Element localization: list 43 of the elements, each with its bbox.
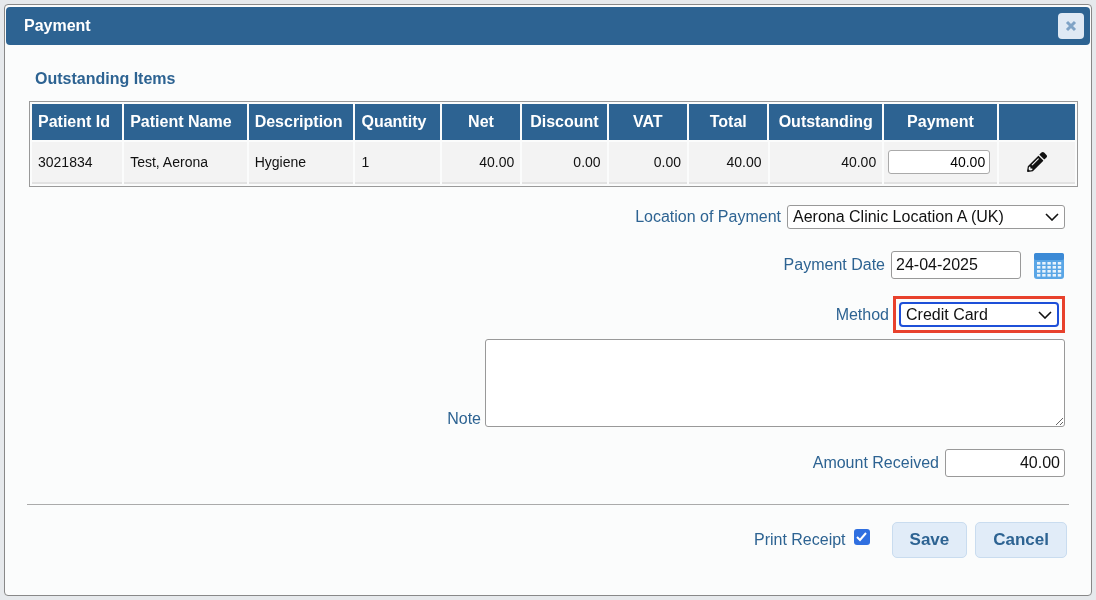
chevron-down-icon — [1045, 213, 1059, 221]
dialog-button[interactable]: Cancel — [975, 522, 1067, 558]
location-select[interactable]: Aerona Clinic Location A (UK) — [787, 205, 1065, 229]
print-receipt-checkbox[interactable] — [853, 529, 870, 545]
location-label: Location of Payment — [635, 207, 781, 227]
column-header: Description — [248, 104, 354, 140]
column-header: Payment — [884, 104, 997, 140]
close-button[interactable] — [1058, 13, 1084, 39]
table-cell: 40.00 — [689, 142, 768, 184]
dialog-title: Payment — [24, 16, 91, 36]
column-header: VAT — [608, 104, 687, 140]
table-cell: Test, Aerona — [124, 142, 247, 184]
column-header: Net — [441, 104, 521, 140]
calendar-icon[interactable] — [1033, 250, 1065, 280]
dialog-button[interactable]: Save — [891, 522, 968, 558]
table-cell: 40.00 — [769, 142, 883, 184]
column-header: Quantity — [355, 104, 440, 140]
column-header: Patient Id — [32, 104, 123, 140]
pencil-icon[interactable] — [1026, 152, 1047, 172]
column-header: Patient Name — [124, 104, 247, 140]
column-header: Outstanding — [769, 104, 883, 140]
table-cell: Hygiene — [248, 142, 354, 184]
payment-date-label: Payment Date — [783, 255, 885, 275]
column-header: Total — [689, 104, 768, 140]
amount-received-label: Amount Received — [812, 453, 939, 473]
method-label: Method — [835, 304, 889, 325]
checkmark-icon — [856, 532, 868, 542]
note-label: Note — [447, 409, 481, 429]
table-cell: 0.00 — [522, 142, 607, 184]
chevron-down-icon — [1038, 310, 1052, 319]
table-cell: 0.00 — [608, 142, 688, 184]
table-cell: 40.00 — [441, 142, 521, 184]
payment-input[interactable]: 40.00 — [888, 150, 991, 174]
close-icon — [1065, 20, 1077, 32]
note-textarea[interactable] — [485, 339, 1065, 427]
section-title: Outstanding Items — [35, 69, 177, 89]
print-receipt-label: Print Receipt — [753, 530, 846, 550]
table-cell: 1 — [355, 142, 440, 184]
payment-date-input[interactable]: 24-04-2025 — [891, 251, 1021, 279]
column-header: Discount — [522, 104, 607, 140]
amount-received-input[interactable]: 40.00 — [945, 449, 1065, 477]
method-select[interactable]: Credit Card — [899, 302, 1059, 327]
table-cell: 3021834 — [32, 142, 123, 184]
